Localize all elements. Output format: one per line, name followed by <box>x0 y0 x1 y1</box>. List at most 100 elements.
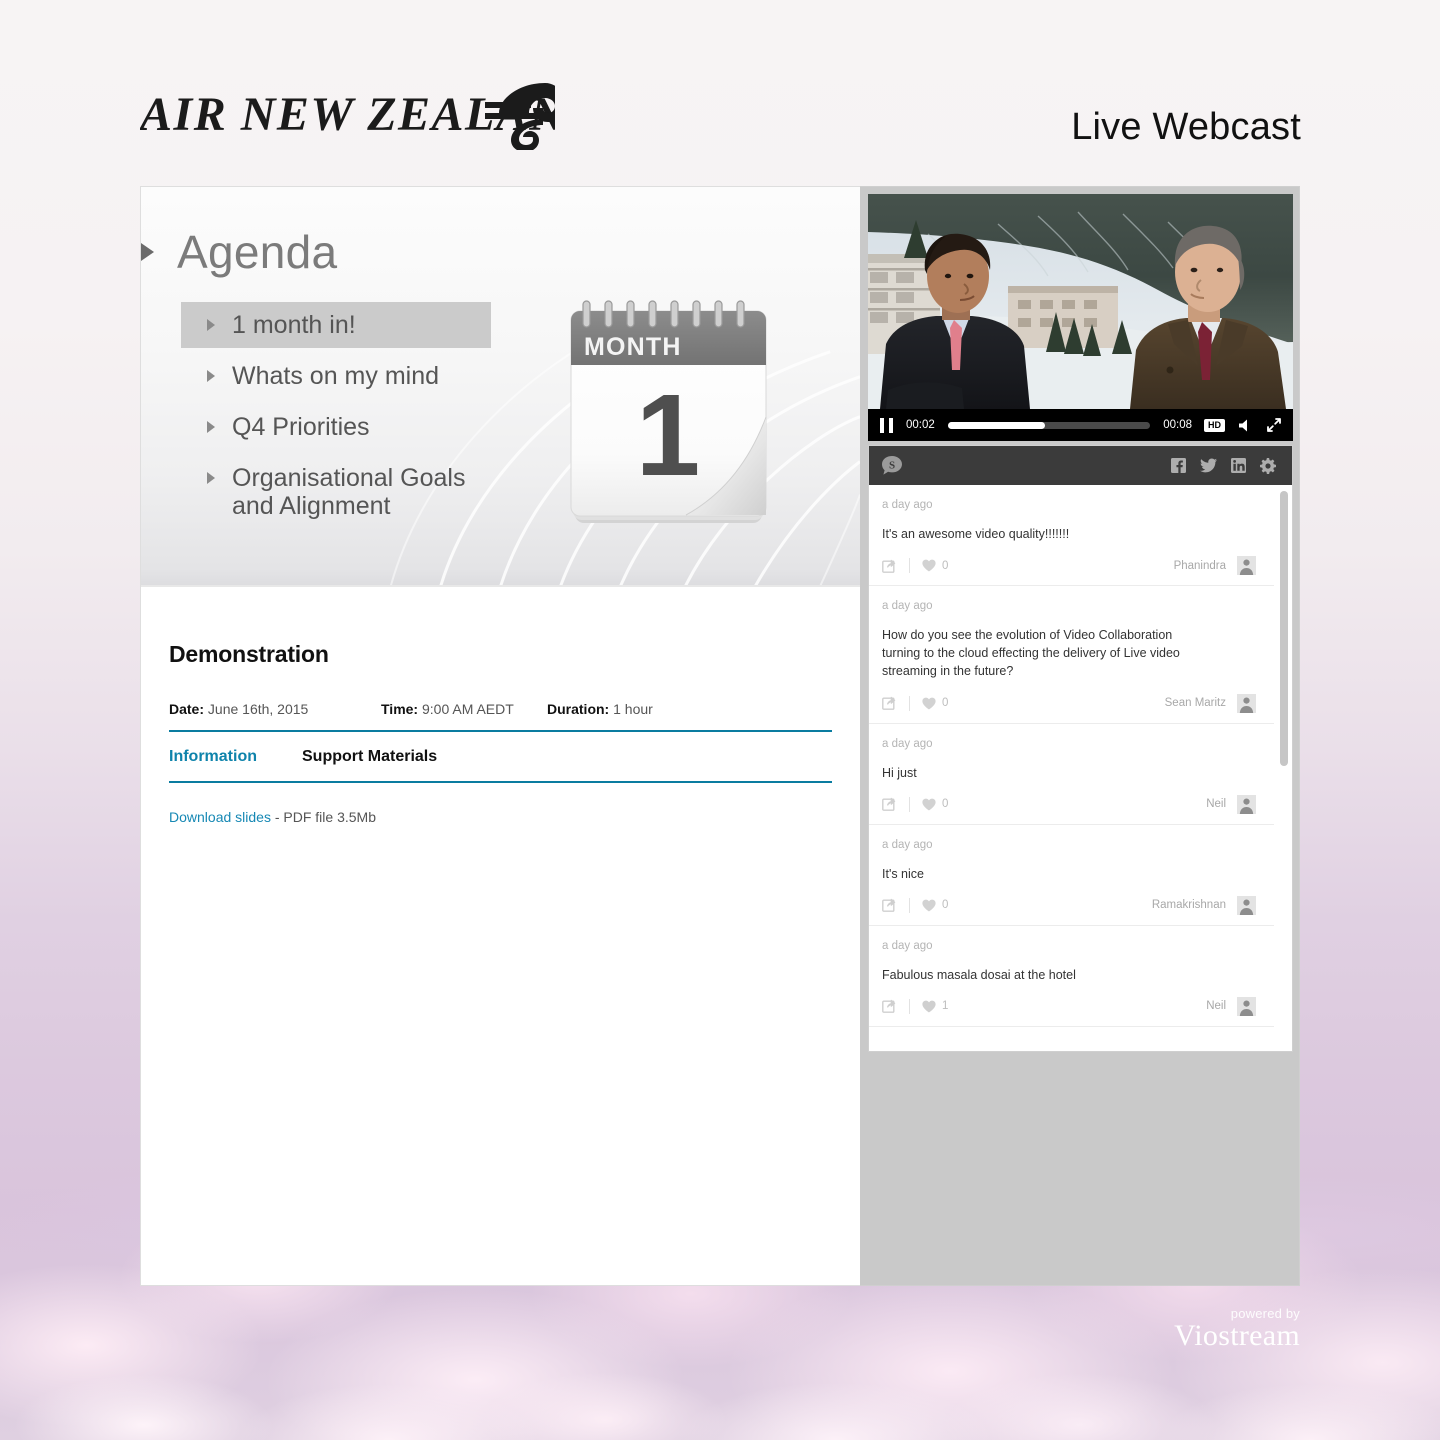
like-count: 0 <box>942 798 949 811</box>
content-panel: Agenda 1 month in! Whats on my mind Q4 P… <box>140 186 860 1286</box>
avatar-icon <box>1237 556 1256 576</box>
heart-icon[interactable] <box>922 559 936 572</box>
download-row: Download slides - PDF file 3.5Mb <box>169 809 832 825</box>
calendar-icon: MONTH 1 <box>570 300 767 523</box>
viostream-brand: Viostream <box>1174 1319 1300 1353</box>
social-stream-scroll-area[interactable]: a day ago It's an awesome video quality!… <box>869 485 1292 1051</box>
message-text: Fabulous masala dosai at the hotel <box>882 967 1076 982</box>
gear-icon[interactable] <box>1260 457 1276 474</box>
agenda-item-3[interactable]: Q4 Priorities <box>181 404 491 450</box>
message-author: Phanindra <box>1173 559 1226 572</box>
message-author: Neil <box>1206 1000 1226 1013</box>
avatar <box>1237 996 1256 1016</box>
share-icon[interactable] <box>882 898 897 913</box>
avatar <box>1237 794 1256 814</box>
presentation-slide[interactable]: Agenda 1 month in! Whats on my mind Q4 P… <box>141 187 860 587</box>
pause-button[interactable] <box>880 417 893 433</box>
video-controls-bar[interactable]: 00:02 00:08 HD <box>868 409 1293 441</box>
message-author: Ramakrishnan <box>1151 899 1226 912</box>
agenda-item-4[interactable]: Organisational Goals and Alignment <box>181 455 491 529</box>
event-meta-row: Date: June 16th, 2015 Time: 9:00 AM AEDT… <box>169 701 832 717</box>
avatar <box>1237 895 1256 915</box>
share-icon[interactable] <box>882 559 897 573</box>
triangle-bullet-icon <box>207 421 215 433</box>
tab-bar: Information Support Materials <box>169 732 832 781</box>
chat-scrollbar-thumb[interactable] <box>1280 491 1288 766</box>
like-count: 0 <box>942 559 949 572</box>
event-time-label: Time: <box>381 701 419 717</box>
message-timestamp: a day ago <box>882 838 933 851</box>
event-date-value: June 16th, 2015 <box>207 701 309 717</box>
message-item: a day ago Fabulous masala dosai at the h… <box>869 926 1274 1027</box>
event-time: Time: 9:00 AM AEDT <box>381 701 547 717</box>
event-duration-value: 1 hour <box>613 701 653 717</box>
video-progress-fill <box>947 421 1045 429</box>
heart-icon[interactable] <box>922 1000 936 1013</box>
video-progress-bar[interactable] <box>947 421 1151 429</box>
event-date-label: Date: <box>169 701 205 717</box>
agenda-item-label: Organisational Goals and Alignment <box>232 464 466 520</box>
like-count: 1 <box>942 1000 949 1013</box>
event-date: Date: June 16th, 2015 <box>169 701 381 717</box>
message-footer: 0 Sean Maritz <box>882 693 1256 713</box>
message-footer: 0 Ramakrishnan <box>882 895 1256 915</box>
video-still-frame[interactable] <box>868 194 1293 409</box>
message-footer: 0 Phanindra <box>882 556 1256 576</box>
message-timestamp: a day ago <box>882 737 933 750</box>
agenda-item-1[interactable]: 1 month in! <box>181 302 491 348</box>
video-thumbnail-image <box>868 194 1293 409</box>
message-timestamp: a day ago <box>882 499 933 511</box>
air-new-zealand-logo: AIR NEW ZEALAND <box>140 78 555 150</box>
hd-quality-badge[interactable]: HD <box>1204 418 1225 432</box>
tab-information[interactable]: Information <box>169 748 257 766</box>
event-duration-label: Duration: <box>547 701 610 717</box>
message-author: Sean Maritz <box>1164 697 1226 709</box>
triangle-bullet-icon <box>141 243 154 261</box>
message-timestamp: a day ago <box>882 939 933 952</box>
footer-divider <box>909 558 910 574</box>
event-time-value: 9:00 AM AEDT <box>421 701 514 717</box>
message-item: a day ago It's nice 0 Ramakrishnan <box>869 825 1274 926</box>
slide-title: Agenda <box>177 226 338 278</box>
share-icon[interactable] <box>882 797 897 812</box>
heart-icon[interactable] <box>922 899 936 912</box>
message-timestamp: a day ago <box>882 600 933 613</box>
agenda-item-2[interactable]: Whats on my mind <box>181 353 491 399</box>
share-icon[interactable] <box>882 696 897 710</box>
agenda-item-label: Q4 Priorities <box>232 413 370 441</box>
tab-support-materials[interactable]: Support Materials <box>302 748 437 766</box>
page-header: AIR NEW ZEALAND Live Webcast <box>0 0 1440 180</box>
twitter-icon[interactable] <box>1200 458 1217 473</box>
footer-divider <box>909 998 910 1014</box>
video-current-time: 00:02 <box>906 419 935 431</box>
avatar <box>1237 556 1256 576</box>
heart-icon[interactable] <box>922 798 936 811</box>
event-detail-section: Demonstration Date: June 16th, 2015 Time… <box>141 587 860 825</box>
calendar-day-number: 1 <box>636 370 701 500</box>
chat-scrollbar[interactable] <box>1280 491 1288 1045</box>
message-text: It's nice <box>882 866 924 881</box>
avatar <box>1237 693 1256 713</box>
social-stream-panel: S a day ago It's an awesome video qualit… <box>868 445 1293 1052</box>
download-slides-link[interactable]: Download slides <box>169 809 271 825</box>
slide-title-row: Agenda <box>141 225 337 279</box>
avatar-icon <box>1237 895 1256 915</box>
fullscreen-icon[interactable] <box>1267 418 1281 432</box>
heart-icon[interactable] <box>922 697 936 710</box>
video-player[interactable]: 00:02 00:08 HD <box>868 194 1293 441</box>
download-file-meta: - PDF file 3.5Mb <box>274 809 376 825</box>
powered-by-label: powered by <box>1230 1306 1300 1322</box>
message-text: Hi just <box>882 765 917 780</box>
linkedin-icon[interactable] <box>1231 458 1246 473</box>
facebook-icon[interactable] <box>1171 458 1186 473</box>
volume-icon[interactable] <box>1239 419 1253 432</box>
message-list: a day ago It's an awesome video quality!… <box>869 485 1292 1027</box>
share-icon[interactable] <box>882 999 897 1014</box>
footer-divider <box>909 897 910 913</box>
media-panel: 00:02 00:08 HD S a day ago It's an aweso… <box>860 186 1300 1286</box>
stream-logo-icon[interactable]: S <box>881 455 903 477</box>
triangle-bullet-icon <box>207 472 215 484</box>
video-duration: 00:08 <box>1163 419 1192 431</box>
calendar-month-label: MONTH <box>584 333 682 361</box>
page-title: Live Webcast <box>1071 106 1301 148</box>
